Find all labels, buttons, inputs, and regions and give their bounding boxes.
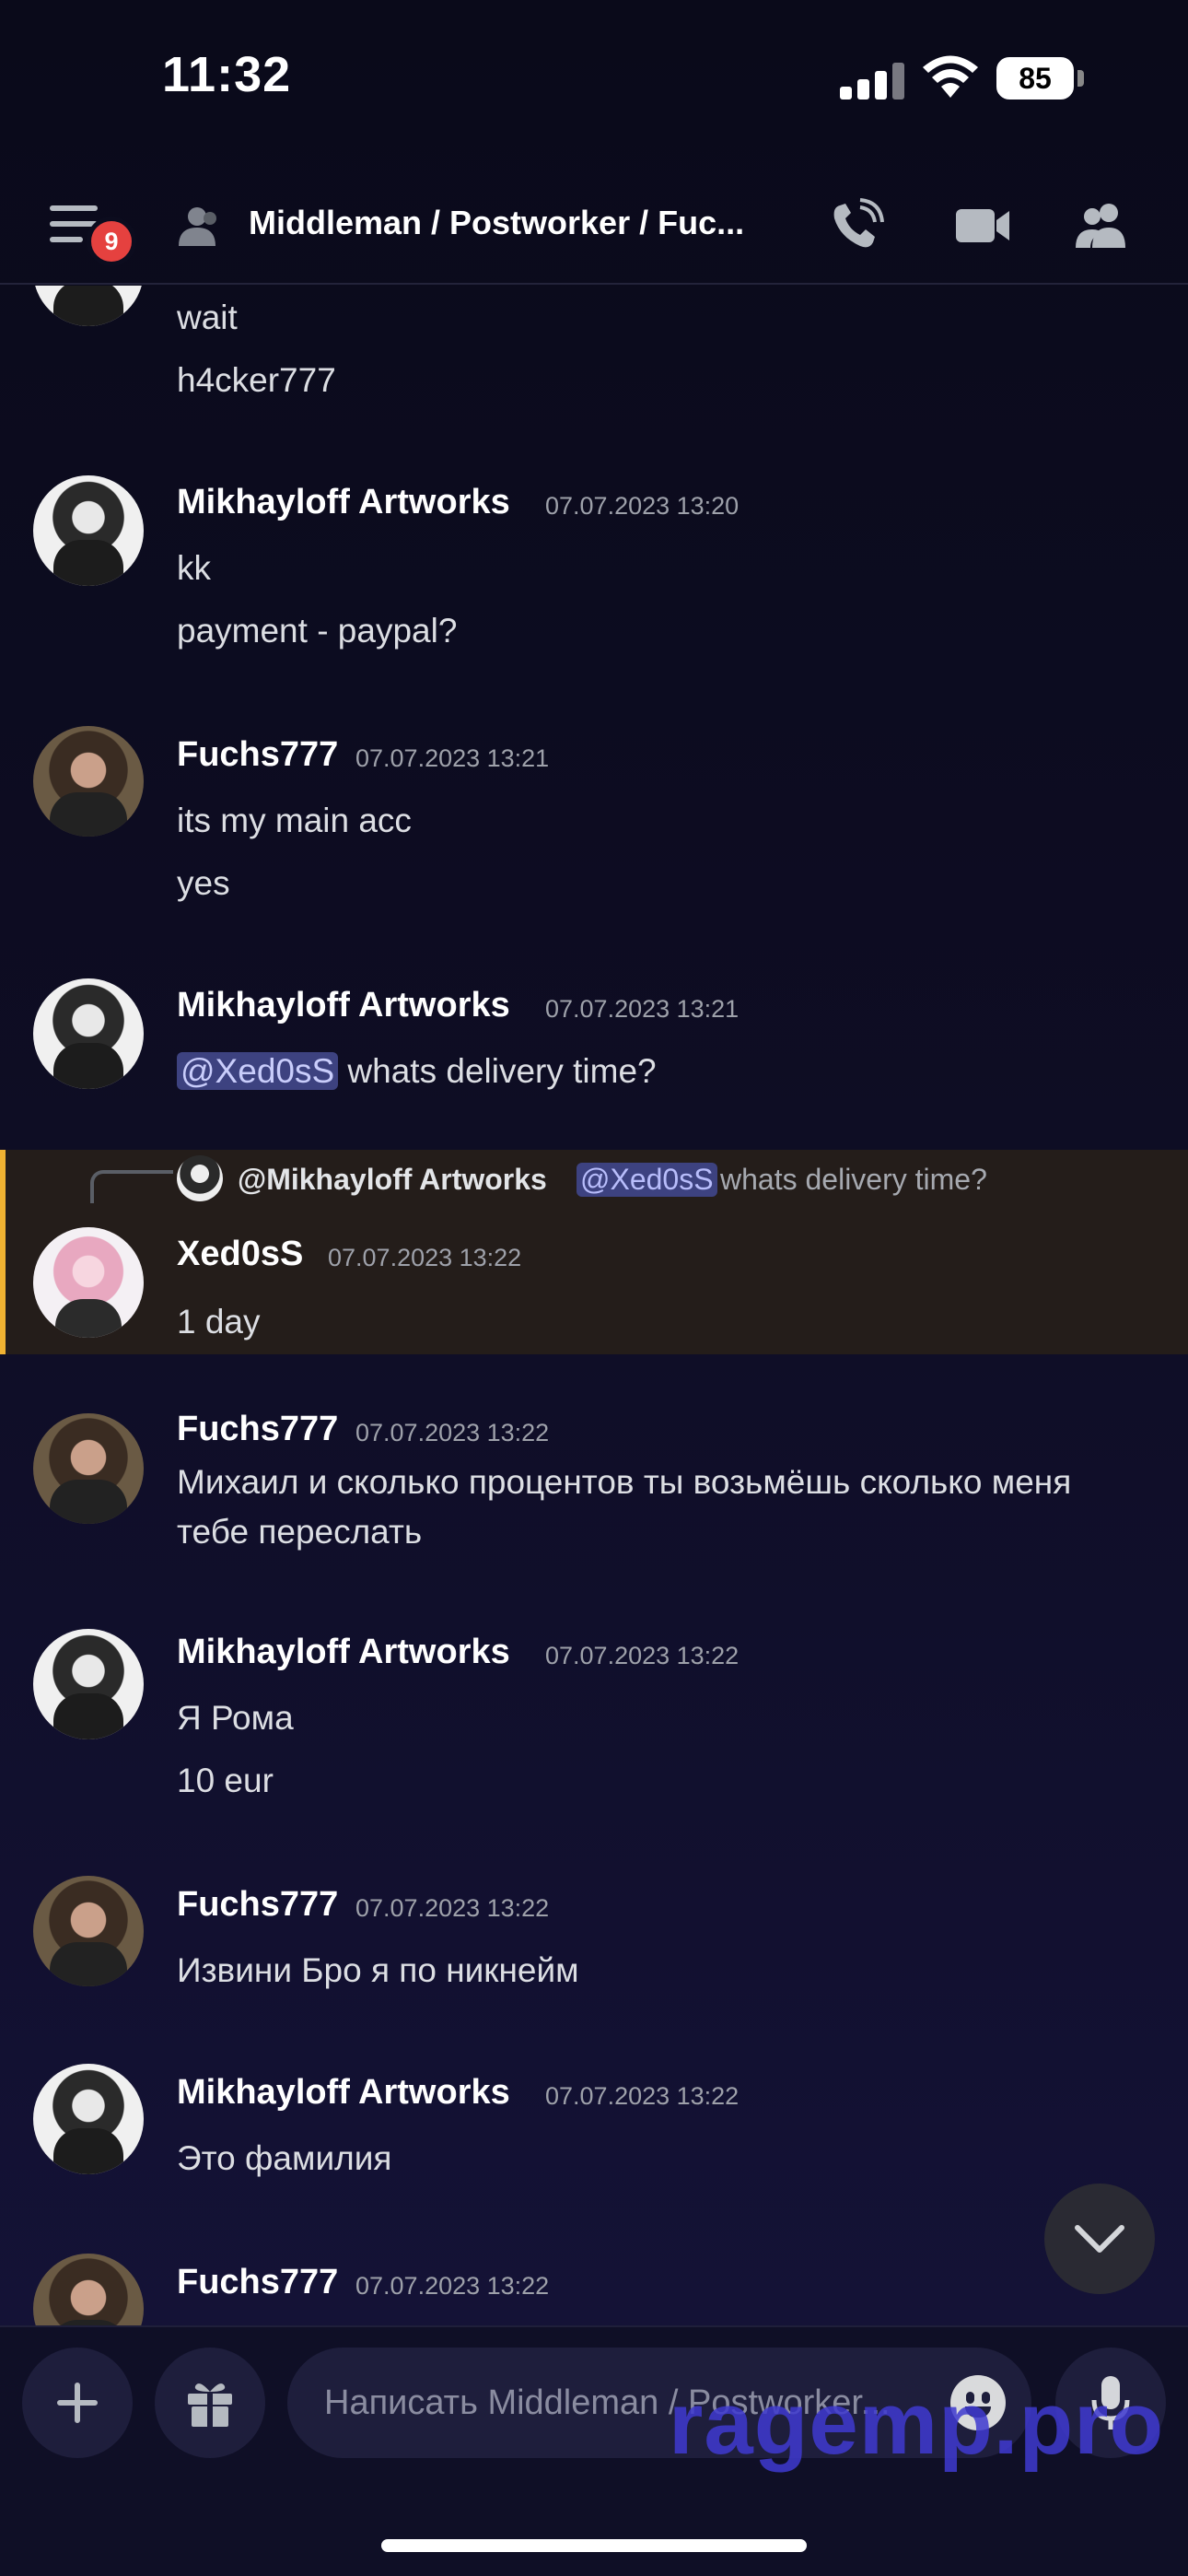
username[interactable]: Mikhayloff Artworks [177, 483, 510, 522]
battery-tip [1077, 70, 1084, 87]
plus-icon [57, 2383, 98, 2423]
message-text: yes [177, 864, 230, 902]
username[interactable]: Fuchs777 [177, 735, 338, 775]
message-text: Извини Бро я по никнейм [177, 1951, 579, 1989]
message-text: тебе переслать [177, 1513, 423, 1551]
avatar[interactable] [33, 1227, 144, 1338]
avatar[interactable] [33, 1629, 144, 1739]
status-time: 11:32 [162, 47, 292, 102]
username[interactable]: Fuchs777 [177, 1885, 338, 1925]
reply-username[interactable]: @Mikhayloff Artworks [238, 1163, 547, 1197]
status-bar: 11:32 85 [0, 0, 1188, 161]
home-indicator[interactable] [381, 2539, 807, 2552]
timestamp: 07.07.2023 13:22 [328, 1244, 522, 1271]
wifi-icon [923, 55, 978, 98]
channel-title[interactable]: Middleman / Postworker / Fuc... [249, 204, 744, 242]
members-icon[interactable] [1072, 198, 1133, 253]
message-text: Михаил и сколько процентов ты возьмёшь с… [177, 1463, 1072, 1501]
message-text: 10 eur [177, 1762, 274, 1799]
reply-connector [90, 1170, 173, 1203]
battery-icon: 85 [996, 57, 1074, 100]
timestamp: 07.07.2023 13:22 [355, 2272, 550, 2300]
phone-call-icon[interactable] [827, 198, 888, 253]
username[interactable]: Mikhayloff Artworks [177, 1633, 510, 1672]
notification-badge: 9 [87, 217, 136, 266]
timestamp: 07.07.2023 13:21 [355, 744, 550, 772]
message-text: payment - paypal? [177, 612, 458, 650]
group-dm-icon [179, 207, 216, 246]
avatar[interactable] [33, 978, 144, 1089]
video-camera-icon[interactable] [952, 198, 1013, 253]
message-text: h4cker777 [177, 361, 336, 399]
timestamp: 07.07.2023 13:21 [545, 995, 740, 1023]
avatar[interactable] [33, 2254, 144, 2325]
message-text: Это фамилия [177, 2139, 392, 2177]
avatar[interactable] [33, 1876, 144, 1986]
reply-text[interactable]: whats delivery time? [720, 1163, 987, 1197]
discord-chat-screen: 11:32 85 9 Middleman / Postworker / Fuc.… [0, 0, 1188, 2576]
avatar[interactable] [33, 475, 144, 586]
reply-avatar [177, 1155, 223, 1201]
username[interactable]: Fuchs777 [177, 1410, 338, 1449]
add-attachment-button[interactable] [22, 2348, 133, 2458]
gift-icon [188, 2383, 232, 2427]
channel-header: 9 Middleman / Postworker / Fuc... [0, 161, 1188, 285]
username[interactable]: Mikhayloff Artworks [177, 2073, 510, 2113]
chevron-down-icon [1075, 2225, 1124, 2253]
scroll-to-bottom-button[interactable] [1044, 2184, 1155, 2294]
avatar[interactable] [33, 1413, 144, 1524]
message-text: Я Рома [177, 1699, 294, 1737]
message-text: its my main acc [177, 802, 412, 839]
avatar[interactable] [33, 286, 144, 326]
timestamp: 07.07.2023 13:22 [355, 1894, 550, 1922]
message-list[interactable]: wait h4cker777 Mikhayloff Artworks 07.07… [0, 286, 1188, 2325]
timestamp: 07.07.2023 13:22 [545, 1642, 740, 1669]
cell-signal-icon [840, 63, 904, 100]
message-text-rest: whats delivery time? [338, 1052, 657, 1090]
username[interactable]: Mikhayloff Artworks [177, 986, 510, 1025]
timestamp: 07.07.2023 13:22 [355, 1419, 550, 1446]
avatar[interactable] [33, 2064, 144, 2174]
watermark: ragemp.pro [669, 2374, 1165, 2473]
username[interactable]: Fuchs777 [177, 2263, 338, 2302]
message-text: @Xed0sS whats delivery time? [177, 1052, 657, 1091]
message-text: wait [177, 299, 238, 336]
avatar[interactable] [33, 726, 144, 837]
reply-mention[interactable]: @Xed0sS [577, 1163, 717, 1197]
battery-level: 85 [1019, 61, 1052, 95]
message-text: kk [177, 549, 211, 587]
timestamp: 07.07.2023 13:22 [545, 2082, 740, 2110]
gift-button[interactable] [155, 2348, 265, 2458]
username[interactable]: Xed0sS [177, 1235, 303, 1274]
user-mention[interactable]: @Xed0sS [177, 1052, 339, 1090]
timestamp: 07.07.2023 13:20 [545, 492, 740, 520]
message-text: 1 day [177, 1303, 261, 1341]
